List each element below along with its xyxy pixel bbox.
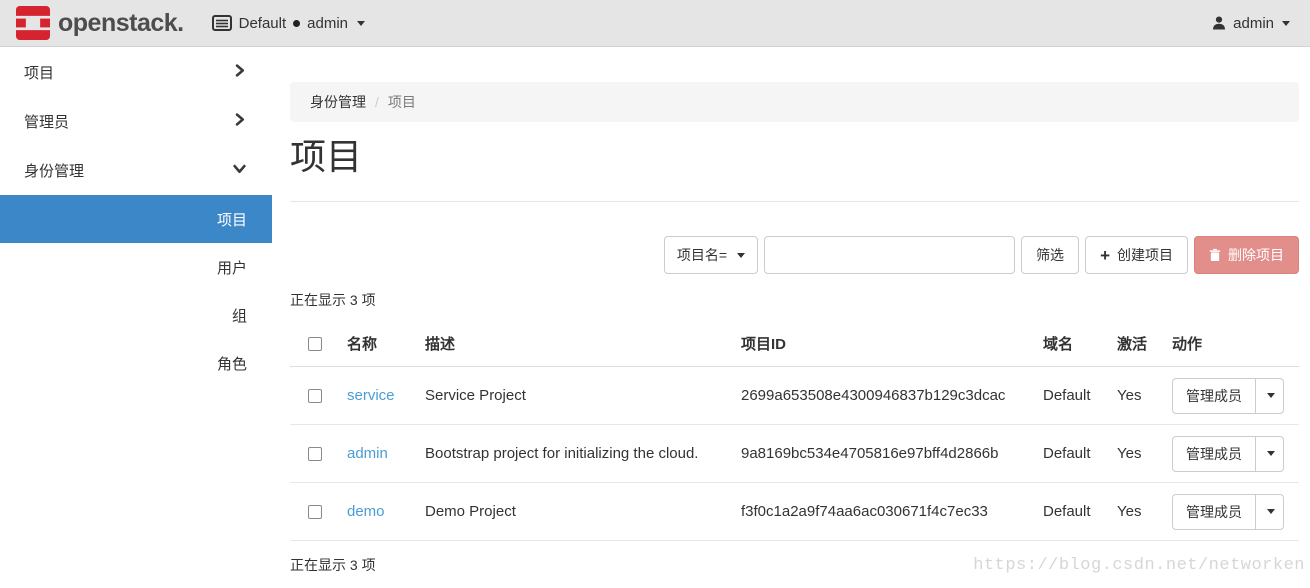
project-enabled: Yes [1100,367,1155,425]
filter-field-dropdown[interactable]: 项目名= [664,236,758,274]
user-menu[interactable]: admin [1211,15,1290,32]
table-header-row: 名称 描述 项目ID 域名 激活 动作 [290,320,1299,367]
breadcrumb-parent[interactable]: 身份管理 [310,92,366,112]
row-actions-split-button: 管理成员 [1172,494,1284,530]
row-actions-dropdown-toggle[interactable] [1255,379,1283,413]
breadcrumb-separator: / [375,94,379,110]
chevron-down-icon [1267,393,1275,398]
user-name: admin [1233,15,1274,32]
page-title: 项目 [290,135,1299,179]
row-checkbox[interactable] [308,505,322,519]
context-domain: Default [239,15,287,32]
table-row: service Service Project 2699a653508e4300… [290,367,1299,425]
row-actions-dropdown-toggle[interactable] [1255,437,1283,471]
project-name-link[interactable]: service [347,387,395,404]
chevron-right-icon [233,113,246,130]
project-name-link[interactable]: demo [347,503,385,520]
breadcrumb-current: 项目 [388,92,416,112]
breadcrumb: 身份管理 / 项目 [290,82,1299,122]
items-count-top: 正在显示 3 项 [290,290,1299,310]
delete-project-label: 删除项目 [1228,245,1284,265]
project-domain: Default [1026,425,1100,483]
sidebar-item-identity[interactable]: 身份管理 [0,146,272,195]
create-project-label: 创建项目 [1117,245,1173,265]
projects-table: 名称 描述 项目ID 域名 激活 动作 service Service Proj… [290,320,1299,541]
project-id: f3f0c1a2a9f74aa6ac030671f4c7ec33 [724,483,1026,541]
delete-project-button[interactable]: 删除项目 [1194,236,1299,274]
project-domain: Default [1026,367,1100,425]
filter-button-label: 筛选 [1036,245,1064,265]
chevron-down-icon [233,162,246,179]
sidebar-item-users[interactable]: 用户 [0,243,272,291]
openstack-logo-icon [16,6,50,40]
sidebar-item-roles[interactable]: 角色 [0,339,272,387]
watermark-text: https://blog.csdn.net/networken [973,556,1305,575]
manage-members-button[interactable]: 管理成员 [1173,437,1255,471]
chevron-down-icon [737,253,745,258]
select-all-checkbox[interactable] [308,337,322,351]
row-actions-split-button: 管理成员 [1172,378,1284,414]
row-checkbox[interactable] [308,389,322,403]
sidebar-subitem-label: 组 [232,305,247,326]
row-actions-dropdown-toggle[interactable] [1255,495,1283,529]
column-header-description[interactable]: 描述 [408,320,724,367]
plus-icon: + [1100,247,1110,264]
column-header-name[interactable]: 名称 [330,320,408,367]
column-header-actions: 动作 [1155,320,1299,367]
chevron-down-icon [1267,451,1275,456]
sidebar-item-groups[interactable]: 组 [0,291,272,339]
user-icon [1211,15,1227,31]
sidebar-subitem-label: 角色 [217,353,247,374]
trash-icon [1209,248,1221,262]
manage-members-button[interactable]: 管理成员 [1173,379,1255,413]
project-description: Service Project [408,367,724,425]
sidebar-item-projects[interactable]: 项目 [0,195,272,243]
project-domain: Default [1026,483,1100,541]
filter-input[interactable] [764,236,1015,274]
main-content: 身份管理 / 项目 项目 项目名= 筛选 + 创建项目 删除项目 [272,48,1310,588]
top-navbar: openstack. Default admin admin [0,0,1310,47]
chevron-right-icon [233,64,246,81]
project-enabled: Yes [1100,483,1155,541]
project-name-link[interactable]: admin [347,445,388,462]
context-project: admin [307,15,348,32]
sidebar-item-label: 项目 [24,62,54,83]
context-list-icon [212,15,232,31]
project-description: Demo Project [408,483,724,541]
sidebar-item-label: 管理员 [24,111,69,132]
project-id: 2699a653508e4300946837b129c3dcac [724,367,1026,425]
project-enabled: Yes [1100,425,1155,483]
create-project-button[interactable]: + 创建项目 [1085,236,1188,274]
brand-text: openstack. [58,9,184,38]
project-description: Bootstrap project for initializing the c… [408,425,724,483]
chevron-down-icon [357,21,365,26]
filter-button[interactable]: 筛选 [1021,236,1079,274]
table-row: demo Demo Project f3f0c1a2a9f74aa6ac0306… [290,483,1299,541]
table-toolbar: 项目名= 筛选 + 创建项目 删除项目 [290,236,1299,274]
openstack-brand[interactable]: openstack. [16,6,184,40]
sidebar-item-admin[interactable]: 管理员 [0,97,272,146]
sidebar-subitem-label: 用户 [217,257,247,278]
domain-project-switcher[interactable]: Default admin [212,15,365,32]
chevron-down-icon [1267,509,1275,514]
sidebar-item-project[interactable]: 项目 [0,48,272,97]
column-header-project-id[interactable]: 项目ID [724,320,1026,367]
row-checkbox[interactable] [308,447,322,461]
context-separator-dot [293,20,300,27]
chevron-down-icon [1282,21,1290,26]
manage-members-button[interactable]: 管理成员 [1173,495,1255,529]
sidebar-item-label: 身份管理 [24,160,84,181]
filter-field-label: 项目名= [677,245,727,265]
column-header-enabled[interactable]: 激活 [1100,320,1155,367]
column-header-domain[interactable]: 域名 [1026,320,1100,367]
table-row: admin Bootstrap project for initializing… [290,425,1299,483]
title-divider [290,201,1299,202]
sidebar-subitem-label: 项目 [217,209,247,230]
project-id: 9a8169bc534e4705816e97bff4d2866b [724,425,1026,483]
row-actions-split-button: 管理成员 [1172,436,1284,472]
sidebar: 项目 管理员 身份管理 项目 用户 组 角色 [0,48,272,588]
